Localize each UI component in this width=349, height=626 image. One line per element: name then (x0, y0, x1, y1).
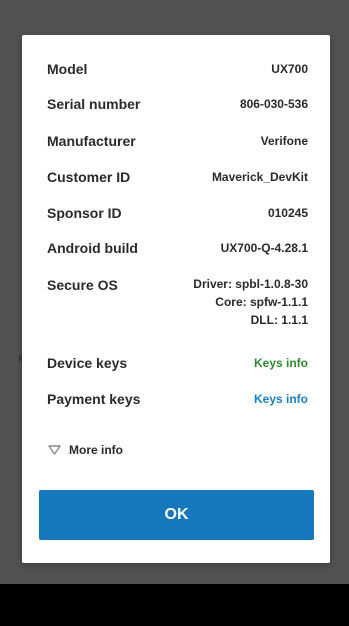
manufacturer-label: Manufacturer (47, 133, 136, 149)
row-payment-keys: Payment keys Keys info (22, 389, 330, 413)
more-info-label: More info (69, 443, 123, 457)
sponsor-id-label: Sponsor ID (47, 205, 122, 221)
serial-number-value: 806-030-536 (239, 97, 308, 111)
row-serial-number: Serial number 806-030-536 (22, 94, 330, 118)
secure-os-dll: DLL: 1.1.1 (250, 313, 308, 327)
device-keys-link[interactable]: Keys info (254, 353, 308, 373)
secure-os-value: Driver: spbl-1.0.8-30 Core: spfw-1.1.1 D… (193, 275, 308, 329)
device-keys-label: Device keys (47, 355, 128, 371)
android-build-label: Android build (47, 240, 138, 256)
row-customer-id: Customer ID Maverick_DevKit (22, 167, 330, 191)
sponsor-id-value: 010245 (267, 206, 308, 220)
row-manufacturer: Manufacturer Verifone (22, 131, 330, 155)
row-android-build: Android build UX700-Q-4.28.1 (22, 238, 330, 262)
secure-os-driver: Driver: spbl-1.0.8-30 (193, 277, 308, 291)
android-build-value: UX700-Q-4.28.1 (220, 241, 308, 255)
row-model: Model UX700 (22, 59, 330, 83)
row-sponsor-id: Sponsor ID 010245 (22, 203, 330, 227)
customer-id-value: Maverick_DevKit (211, 170, 308, 184)
bottom-bar (0, 584, 349, 626)
model-value: UX700 (271, 62, 308, 76)
customer-id-label: Customer ID (47, 169, 131, 185)
more-info-toggle[interactable]: More info (48, 441, 123, 459)
secure-os-core: Core: spfw-1.1.1 (215, 295, 308, 309)
model-label: Model (47, 61, 88, 77)
payment-keys-link[interactable]: Keys info (254, 389, 308, 409)
secure-os-label: Secure OS (47, 277, 118, 293)
row-secure-os: Secure OS Driver: spbl-1.0.8-30 Core: sp… (22, 275, 330, 339)
device-info-dialog: Model UX700 Serial number 806-030-536 Ma… (22, 35, 330, 563)
manufacturer-value: Verifone (260, 134, 308, 148)
chevron-down-icon (48, 445, 61, 455)
row-device-keys: Device keys Keys info (22, 353, 330, 377)
serial-number-label: Serial number (47, 96, 141, 112)
screen: Model UX700 Serial number 806-030-536 Ma… (0, 0, 349, 626)
ok-button[interactable]: OK (39, 490, 314, 540)
payment-keys-label: Payment keys (47, 391, 141, 407)
